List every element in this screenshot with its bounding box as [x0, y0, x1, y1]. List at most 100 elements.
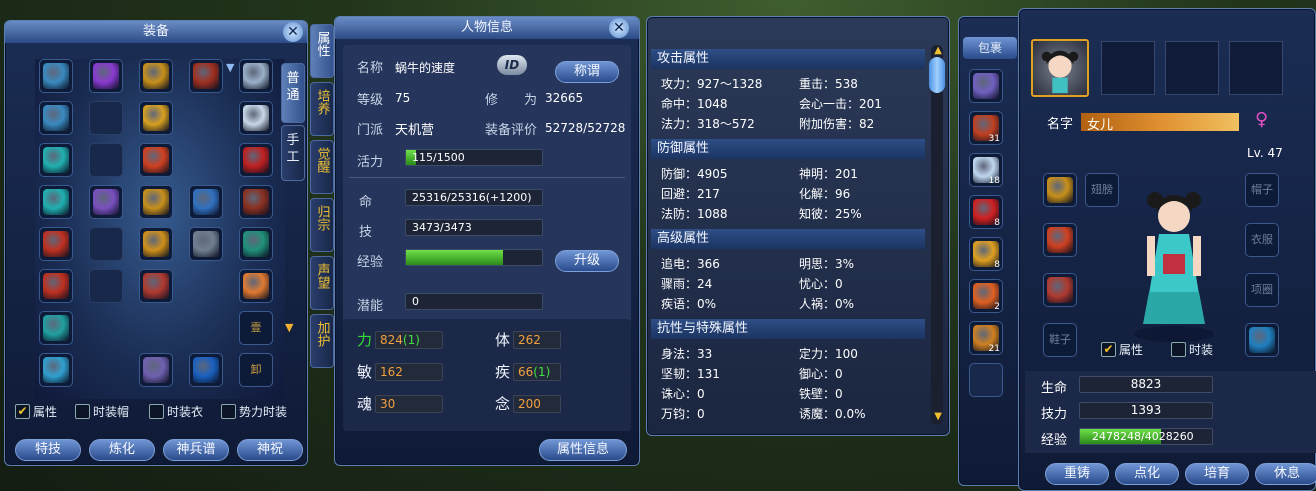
attribute-info-button[interactable]: 属性信息	[539, 439, 627, 461]
id-badge[interactable]: ID	[497, 55, 527, 75]
equip-slot[interactable]	[239, 269, 273, 303]
equip-slot[interactable]	[239, 101, 273, 135]
pet-checkbox[interactable]: ✔ 属性	[1101, 341, 1143, 358]
equip-item-icon	[43, 273, 69, 299]
equip-checkbox[interactable]: 势力时装	[221, 403, 287, 420]
scroll-up-icon[interactable]: ▼	[226, 61, 234, 74]
equip-slot[interactable]	[139, 227, 173, 261]
bag-item-slot[interactable]	[969, 69, 1003, 103]
pet-checkbox[interactable]: 时装	[1171, 341, 1213, 358]
equip-slot-empty[interactable]	[89, 143, 123, 177]
bag-item-slot[interactable]: 31	[969, 111, 1003, 145]
pet-equip-slot[interactable]	[1043, 223, 1077, 257]
pet-name-value: 女儿	[1087, 118, 1114, 133]
equip-button-0[interactable]: 特技	[15, 439, 81, 461]
pet-slot-empty[interactable]	[1165, 41, 1219, 95]
attribute-value: 防御：4905	[661, 167, 728, 181]
scroll-down-icon[interactable]: ▼	[285, 321, 293, 334]
scroll-down-icon[interactable]: ▼	[934, 411, 942, 422]
side-tab-label: 属性	[314, 31, 330, 57]
pet-slot-empty[interactable]	[1101, 41, 1155, 95]
side-tab-3[interactable]: 归宗	[310, 198, 334, 252]
pet-equip-slot[interactable]: 衣服	[1245, 223, 1279, 257]
pet-slot-empty[interactable]	[1229, 41, 1283, 95]
equip-slot[interactable]	[139, 143, 173, 177]
equip-slot[interactable]	[139, 269, 173, 303]
pet-equip-slot[interactable]: 帽子	[1245, 173, 1279, 207]
equip-slot[interactable]	[139, 353, 173, 387]
pet-button-3[interactable]: 休息	[1255, 463, 1316, 485]
attribute-value: 身法：33	[661, 347, 713, 361]
equip-slot[interactable]	[139, 101, 173, 135]
equip-slot-empty[interactable]	[89, 101, 123, 135]
side-tab-1[interactable]: 培养	[310, 82, 334, 136]
equip-slot[interactable]	[39, 185, 73, 219]
attribute-scrollbar[interactable]	[931, 45, 943, 425]
bag-item-slot-empty[interactable]	[969, 363, 1003, 397]
equip-slot[interactable]	[39, 311, 73, 345]
pet-equip-slot[interactable]: 项圈	[1245, 273, 1279, 307]
bag-item-slot[interactable]: 8	[969, 195, 1003, 229]
pet-button-0[interactable]: 重铸	[1045, 463, 1109, 485]
equip-slot-empty[interactable]	[89, 269, 123, 303]
pet-wing-slot[interactable]: 翅膀	[1085, 173, 1119, 207]
unload-slot[interactable]: 卸	[239, 353, 273, 387]
equip-slot-empty[interactable]	[89, 227, 123, 261]
pet-equip-slot[interactable]	[1043, 173, 1077, 207]
scroll-up-icon[interactable]: ▲	[934, 45, 942, 56]
side-tab-5[interactable]: 加护	[310, 314, 334, 368]
equip-button-2[interactable]: 神兵谱	[163, 439, 229, 461]
pet-portrait-slot[interactable]	[1031, 39, 1089, 97]
exp-label: 经验	[357, 255, 384, 270]
bag-item-count: 31	[988, 134, 1000, 144]
bag-item-slot[interactable]: 18	[969, 153, 1003, 187]
pet-equip-slot[interactable]	[1245, 323, 1279, 357]
equip-slot[interactable]	[89, 185, 123, 219]
scroll-thumb[interactable]	[929, 57, 945, 93]
equip-slot[interactable]	[189, 353, 223, 387]
pet-equip-slot[interactable]	[1043, 273, 1077, 307]
equip-slot[interactable]	[39, 269, 73, 303]
character-info-close-icon[interactable]: ✕	[609, 18, 629, 38]
pet-button-1[interactable]: 点化	[1115, 463, 1179, 485]
equip-button-1[interactable]: 炼化	[89, 439, 155, 461]
equip-slot[interactable]	[39, 101, 73, 135]
pet-slot-label: 帽子	[1251, 183, 1273, 196]
equip-button-3[interactable]: 神祝	[237, 439, 303, 461]
side-tab-4[interactable]: 声望	[310, 256, 334, 310]
equip-slot[interactable]	[139, 185, 173, 219]
side-tab-0[interactable]: 属性	[310, 24, 334, 78]
equip-tab-crafted[interactable]: 手工	[281, 125, 305, 181]
pet-name-field[interactable]: 女儿	[1081, 113, 1239, 133]
title-button[interactable]: 称谓	[555, 61, 619, 83]
equip-item-icon	[193, 63, 219, 89]
equip-checkbox[interactable]: ✔ 属性	[15, 403, 57, 420]
equip-slot[interactable]	[189, 185, 223, 219]
bag-item-slot[interactable]: 21	[969, 321, 1003, 355]
bag-item-slot[interactable]: 2	[969, 279, 1003, 313]
equip-slot[interactable]	[39, 143, 73, 177]
bag-tab[interactable]: 包裹	[963, 37, 1017, 59]
equip-tab-normal[interactable]: 普通	[281, 63, 305, 123]
equip-slot[interactable]	[239, 143, 273, 177]
equip-slot[interactable]	[39, 353, 73, 387]
stone-slot[interactable]: 壹	[239, 311, 273, 345]
bag-item-slot[interactable]: 8	[969, 237, 1003, 271]
pet-button-2[interactable]: 培育	[1185, 463, 1249, 485]
attribute-value: 附加伤害：82	[799, 117, 875, 131]
equip-slot[interactable]	[39, 59, 73, 93]
equipment-close-icon[interactable]: ✕	[283, 22, 303, 42]
equip-slot[interactable]	[239, 227, 273, 261]
equip-slot[interactable]	[239, 59, 273, 93]
side-tab-2[interactable]: 觉醒	[310, 140, 334, 194]
equip-slot[interactable]	[139, 59, 173, 93]
equip-slot[interactable]	[189, 227, 223, 261]
equip-checkbox[interactable]: 时装帽	[75, 403, 129, 420]
pet-equip-slot[interactable]: 鞋子	[1043, 323, 1077, 357]
equip-slot[interactable]	[189, 59, 223, 93]
equip-slot[interactable]	[39, 227, 73, 261]
equip-slot[interactable]	[89, 59, 123, 93]
equip-slot[interactable]	[239, 185, 273, 219]
level-up-button[interactable]: 升级	[555, 250, 619, 272]
equip-checkbox[interactable]: 时装衣	[149, 403, 203, 420]
